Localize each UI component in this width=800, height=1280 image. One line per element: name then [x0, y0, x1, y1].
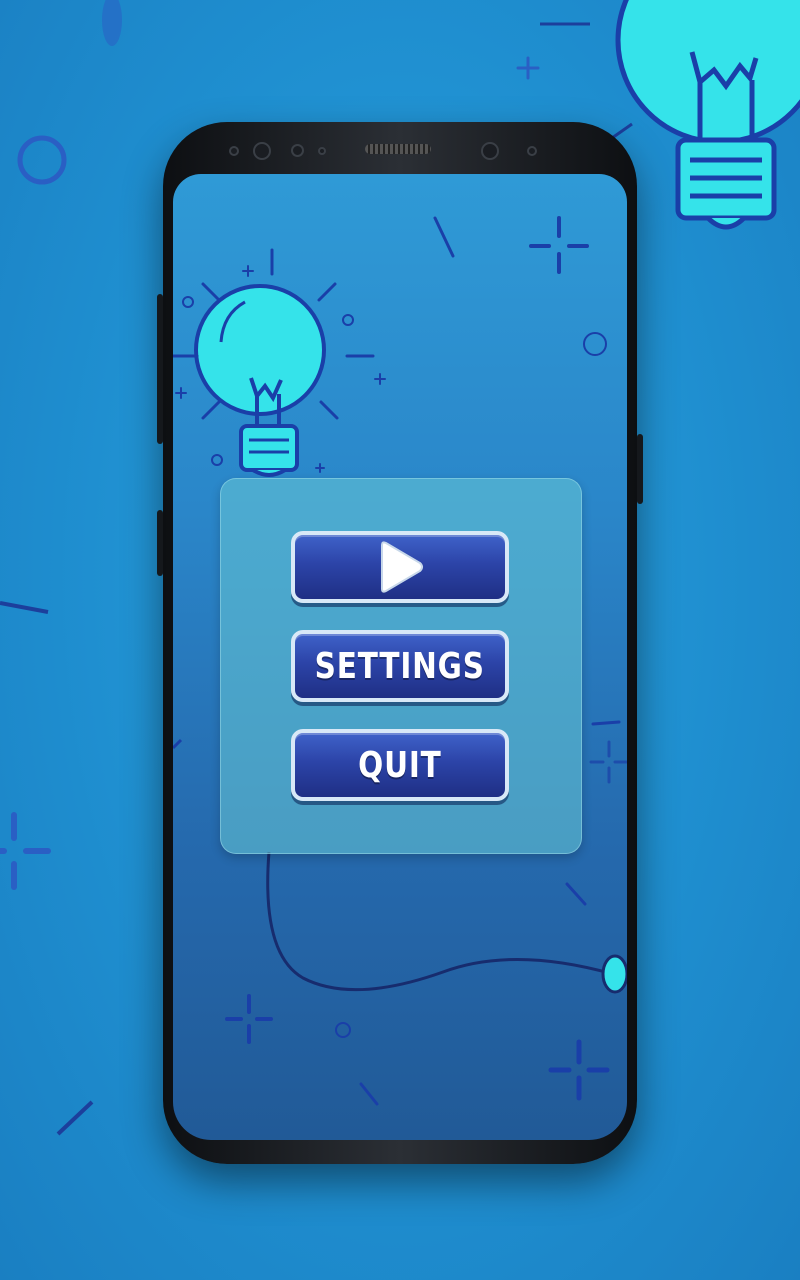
- plug-icon: [601, 954, 627, 994]
- phone-front-camera: [253, 142, 271, 160]
- cable-line: [266, 851, 614, 992]
- phone-iris-scanner: [481, 142, 499, 160]
- deco-line: [56, 1100, 94, 1136]
- phone-side-button: [637, 434, 643, 504]
- phone-sensor: [527, 146, 537, 156]
- deco-plus: [516, 56, 540, 80]
- phone-speaker: [365, 144, 431, 154]
- phone-sensor: [229, 146, 239, 156]
- phone-frame: SETTINGS QUIT: [157, 122, 643, 1164]
- deco-line: [0, 601, 49, 614]
- deco-circle: [17, 135, 67, 185]
- settings-button-label: SETTINGS: [314, 645, 486, 687]
- deco-sparkle: [0, 812, 51, 890]
- large-lightbulb-icon: [615, 0, 800, 230]
- play-icon: [381, 541, 423, 593]
- phone-side-button: [157, 510, 163, 576]
- game-screen: SETTINGS QUIT: [173, 174, 627, 1140]
- settings-button[interactable]: SETTINGS: [291, 630, 509, 702]
- sparkle-icon: [589, 740, 627, 784]
- quit-button-label: QUIT: [358, 744, 442, 786]
- main-menu-panel: SETTINGS QUIT: [220, 478, 582, 854]
- phone-sensor: [318, 147, 326, 155]
- phone-sensor: [291, 144, 304, 157]
- phone-side-button: [157, 294, 163, 444]
- quit-button[interactable]: QUIT: [291, 729, 509, 801]
- sparkle-icon: [225, 994, 273, 1044]
- lightbulb-icon: [194, 284, 326, 477]
- play-button[interactable]: [291, 531, 509, 603]
- sparkle-icon: [548, 1039, 610, 1101]
- sparkle-icon: [529, 216, 589, 274]
